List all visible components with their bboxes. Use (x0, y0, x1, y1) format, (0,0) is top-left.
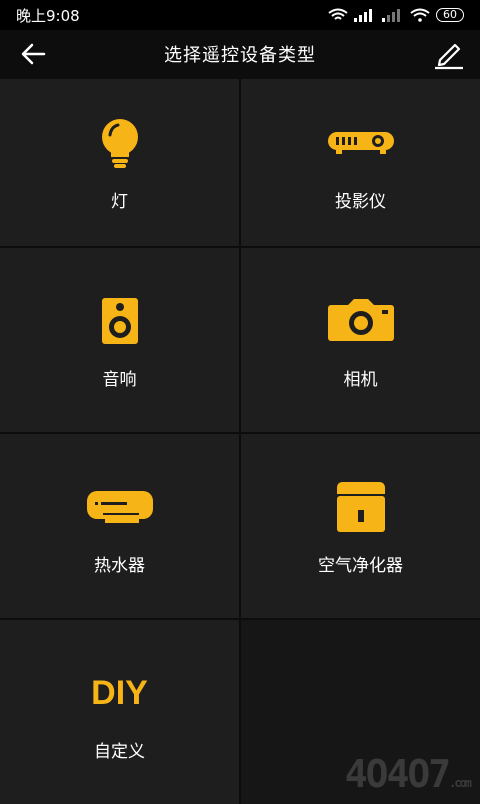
device-tile-diy[interactable]: DIY 自定义 (0, 620, 239, 804)
watermark-suffix: .com (449, 776, 472, 790)
camera-icon (321, 291, 401, 351)
device-label: 投影仪 (335, 192, 386, 212)
device-label: 自定义 (94, 741, 145, 762)
wifi-icon (328, 8, 348, 20)
wifi-icon-2 (410, 8, 430, 22)
device-tile-water-heater[interactable]: 热水器 (0, 434, 239, 618)
device-label: 灯 (111, 192, 128, 212)
signal-icon (354, 9, 372, 22)
device-label: 相机 (343, 369, 378, 390)
device-label: 空气净化器 (318, 555, 403, 576)
air-purifier-icon (321, 477, 401, 537)
status-icons: 60 (328, 8, 464, 22)
device-tile-light[interactable]: 灯 (0, 79, 239, 246)
device-label: 音响 (102, 369, 137, 390)
device-tile-camera[interactable]: 相机 (241, 248, 480, 432)
bulb-icon (80, 113, 160, 173)
diy-icon: DIY (91, 673, 148, 712)
battery-indicator: 60 (436, 8, 464, 22)
app-bar: 选择遥控设备类型 (0, 30, 480, 78)
signal-weak-icon (382, 9, 400, 22)
device-label: 热水器 (94, 555, 145, 576)
speaker-icon (80, 291, 160, 351)
projector-icon (321, 113, 401, 173)
page-title: 选择遥控设备类型 (164, 45, 316, 66)
watermark-logo: 4O4O7.com (344, 752, 472, 796)
device-tile-projector[interactable]: 投影仪 (241, 79, 480, 246)
back-arrow-icon[interactable] (18, 40, 48, 68)
device-tile-speaker[interactable]: 音响 (0, 248, 239, 432)
watermark-text: 4O4O7 (344, 752, 451, 796)
status-bar: 晚上9:08 60 (0, 0, 480, 30)
device-tile-air-purifier[interactable]: 空气净化器 (241, 434, 480, 618)
device-type-grid: 灯 投影仪 音响 相机 热水器 空气净化器 DIY 自定义 (0, 79, 480, 804)
edit-pencil-icon[interactable] (432, 38, 466, 70)
water-heater-icon (80, 477, 160, 537)
status-time: 晚上9:08 (16, 6, 80, 25)
